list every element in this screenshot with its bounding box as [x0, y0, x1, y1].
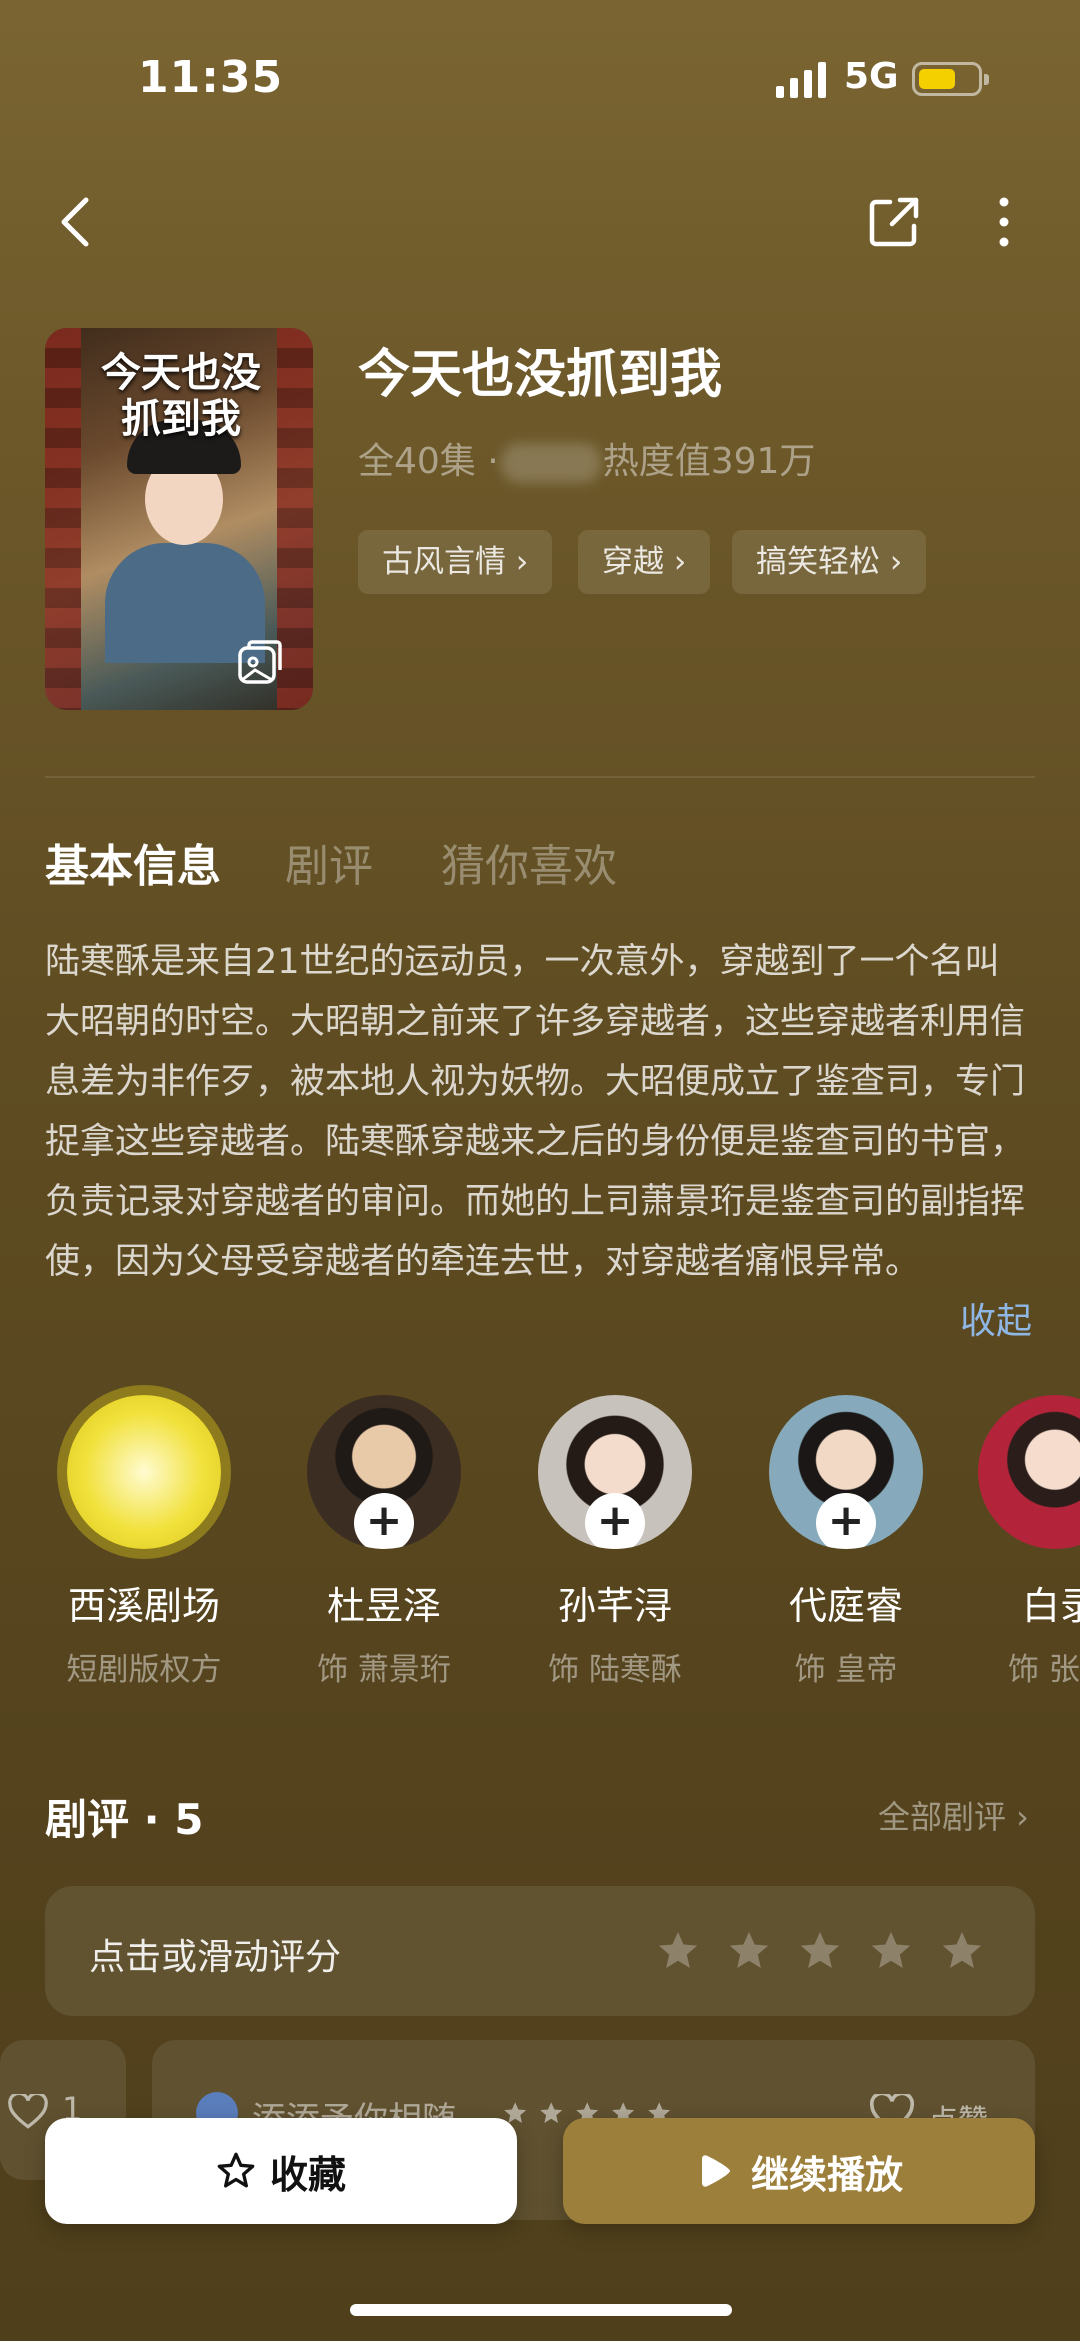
tag-time-travel[interactable]: 穿越 ›: [578, 530, 711, 594]
tag-comedy[interactable]: 搞笑轻松 ›: [732, 530, 927, 594]
battery-icon: [912, 62, 989, 96]
star-icon[interactable]: [797, 1928, 843, 1974]
collect-label: 收藏: [269, 2152, 346, 2197]
cast-name: 代庭睿: [788, 1584, 903, 1628]
cast-role: 饰 张: [1008, 1652, 1080, 1688]
continue-play-button[interactable]: 继续播放: [563, 2118, 1035, 2224]
cast-role: 饰 皇帝: [794, 1652, 898, 1688]
share-icon[interactable]: [864, 192, 924, 252]
avatar: +: [769, 1395, 923, 1549]
home-indicator: [350, 2304, 732, 2316]
follow-button[interactable]: +: [354, 1493, 414, 1549]
rating-card[interactable]: 点击或滑动评分: [45, 1886, 1035, 2016]
star-icon[interactable]: [868, 1928, 914, 1974]
blurred-text: [500, 443, 601, 483]
divider: [45, 776, 1035, 778]
all-reviews-link[interactable]: 全部剧评 ›: [878, 1792, 1029, 1838]
heat-value: 热度值391万: [602, 441, 816, 482]
collapse-link[interactable]: 收起: [960, 1292, 1032, 1344]
cast-item-actor[interactable]: 白录 饰 张: [978, 1395, 1080, 1689]
cast-name: 白录: [1022, 1584, 1080, 1628]
synopsis-text: 陆寒酥是来自21世纪的运动员，一次意外，穿越到了一个名叫大昭朝的时空。大昭朝之前…: [45, 942, 1026, 1282]
star-outline-icon: [217, 2152, 255, 2188]
cast-name: 杜昱泽: [326, 1584, 441, 1628]
avatar: [978, 1395, 1080, 1549]
avatar: +: [538, 1395, 692, 1549]
back-icon[interactable]: [48, 192, 108, 252]
poster-title: 今天也没 抓到我: [101, 349, 261, 442]
cast-item-actor[interactable]: + 孙芊浔 饰 陆寒酥: [515, 1395, 715, 1689]
cast-role: 饰 萧景珩: [317, 1652, 451, 1688]
follow-button[interactable]: +: [585, 1493, 645, 1549]
follow-button[interactable]: +: [816, 1493, 876, 1549]
tag-ancient-romance[interactable]: 古风言情 ›: [358, 530, 553, 594]
cast-role: 饰 陆寒酥: [548, 1652, 682, 1688]
cast-name: 孙芊浔: [557, 1584, 672, 1628]
heart-icon[interactable]: [8, 2094, 48, 2130]
tab-reviews[interactable]: 剧评: [285, 830, 373, 894]
reviews-title: 剧评 · 5: [45, 1795, 204, 1844]
cast-role: 短剧版权方: [66, 1652, 222, 1688]
more-icon[interactable]: [974, 192, 1034, 252]
star-icon[interactable]: [726, 1928, 772, 1974]
continue-play-label: 继续播放: [750, 2152, 903, 2197]
drama-title: 今天也没抓到我: [358, 345, 723, 405]
star-icon[interactable]: [939, 1928, 985, 1974]
cast-item-producer[interactable]: 西溪剧场 短剧版权方: [44, 1395, 244, 1689]
cast-item-actor[interactable]: + 杜昱泽 饰 萧景珩: [284, 1395, 484, 1689]
star-icon[interactable]: [655, 1928, 701, 1974]
tab-recommendations[interactable]: 猜你喜欢: [441, 830, 617, 894]
drama-poster[interactable]: 今天也没 抓到我: [45, 328, 313, 710]
collect-button[interactable]: 收藏: [45, 2118, 517, 2224]
network-label: 5G: [844, 56, 899, 97]
cast-name: 西溪剧场: [67, 1584, 220, 1628]
avatar: [67, 1395, 221, 1549]
cast-item-actor[interactable]: + 代庭睿 饰 皇帝: [746, 1395, 946, 1689]
signal-icon: [776, 62, 826, 98]
rating-prompt: 点击或滑动评分: [89, 1937, 342, 1978]
avatar: +: [307, 1395, 461, 1549]
gallery-icon[interactable]: [237, 640, 283, 686]
play-icon: [701, 2155, 730, 2187]
tab-basic-info[interactable]: 基本信息: [45, 830, 221, 894]
status-time: 11:35: [138, 52, 284, 103]
drama-meta: 全40集 · 热度值391万: [358, 432, 815, 484]
episode-count: 全40集 ·: [358, 441, 499, 482]
